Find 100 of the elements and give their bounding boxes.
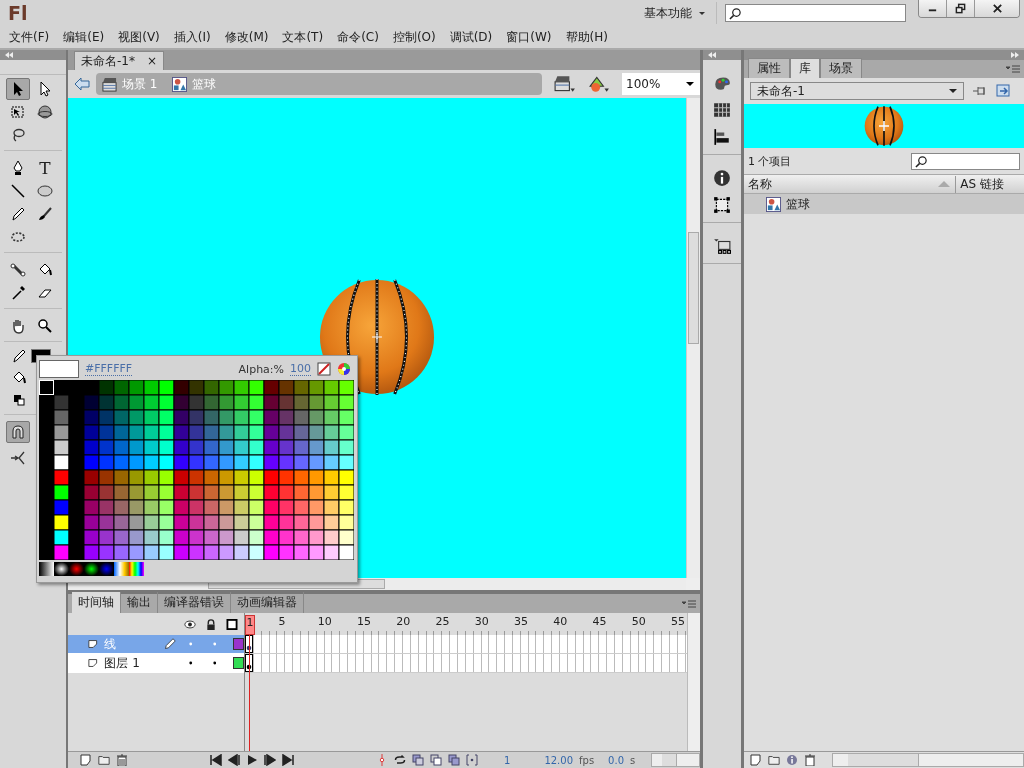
menu-item[interactable]: 视图(V)	[111, 28, 167, 46]
collapse-icon[interactable]	[4, 52, 14, 58]
color-wheel-icon[interactable]	[337, 362, 351, 376]
current-frame[interactable]: 1	[504, 754, 511, 766]
folder-icon[interactable]	[98, 754, 110, 766]
eye-icon[interactable]	[184, 618, 196, 630]
restore-button[interactable]	[947, 0, 975, 17]
menu-item[interactable]: 帮助(H)	[558, 28, 615, 46]
tab-close-button[interactable]: ×	[146, 54, 158, 68]
edit-symbols-icon[interactable]	[588, 75, 610, 93]
vertical-scrollbar[interactable]	[686, 98, 700, 578]
snap-tool[interactable]	[6, 421, 30, 443]
outline-icon[interactable]	[226, 618, 238, 630]
document-tab[interactable]: 未命名-1* ×	[74, 51, 165, 70]
collapse-icon[interactable]	[707, 52, 717, 58]
fps-unit: fps	[579, 754, 595, 766]
frame-ruler[interactable]: 1 5 10 15 20 25 30 35 40 45 50 55	[245, 613, 687, 635]
expand-icon[interactable]	[1010, 52, 1020, 58]
panel-tab[interactable]: 属性	[748, 58, 790, 78]
close-icon	[991, 3, 1003, 14]
panel-tab[interactable]: 动画编辑器	[231, 592, 304, 613]
back-arrow-icon[interactable]	[74, 76, 90, 92]
pin-icon[interactable]	[972, 84, 988, 98]
library-search-field[interactable]	[911, 152, 1020, 170]
lock-icon[interactable]	[205, 618, 217, 630]
lasso-icon	[10, 127, 26, 143]
onion-outline-icon[interactable]	[430, 754, 442, 766]
visibility-dot-icon[interactable]	[189, 661, 193, 665]
arrow-tool[interactable]	[6, 78, 30, 100]
menu-item[interactable]: 调试(D)	[442, 28, 500, 46]
help-search-field[interactable]	[725, 4, 906, 22]
outline-color-swatch[interactable]	[233, 657, 244, 669]
new-symbol-icon[interactable]	[750, 754, 762, 766]
frame-number: 40	[553, 615, 568, 628]
motion-presets-icon[interactable]	[713, 237, 731, 255]
step-back-icon[interactable]	[228, 754, 240, 766]
new-library-icon[interactable]	[996, 84, 1012, 98]
panel-tab[interactable]: 输出	[121, 592, 158, 613]
lock-dot-icon[interactable]	[212, 642, 217, 646]
horizontal-scrollbar[interactable]	[651, 753, 700, 767]
edit-frames-icon[interactable]	[448, 754, 460, 766]
horizontal-scrollbar[interactable]	[832, 753, 1024, 767]
lock-dot-icon[interactable]	[212, 661, 217, 665]
workspace-dropdown[interactable]: 基本功能	[634, 2, 717, 24]
folder-icon[interactable]	[768, 754, 780, 766]
close-button[interactable]	[975, 0, 1019, 17]
frame-rate[interactable]: 12.00	[544, 754, 573, 766]
menu-item[interactable]: 控制(O)	[385, 28, 443, 46]
swatches-icon[interactable]	[713, 101, 731, 119]
no-color-icon[interactable]	[317, 362, 331, 376]
trash-icon[interactable]	[804, 754, 816, 766]
panel-tab[interactable]: 编译器错误	[158, 592, 231, 613]
alpha-field[interactable]: 100	[290, 362, 311, 376]
sphere-icon	[37, 104, 53, 120]
menu-item[interactable]: 窗口(W)	[499, 28, 559, 46]
zoom-icon	[37, 318, 53, 334]
library-dropdown[interactable]: 未命名-1	[750, 82, 964, 100]
menu-item[interactable]: 命令(C)	[330, 28, 386, 46]
outline-color-swatch[interactable]	[233, 638, 244, 650]
playhead[interactable]: 1	[245, 615, 255, 635]
library-item[interactable]: 篮球	[744, 194, 1024, 214]
onion-markers-icon[interactable]	[466, 754, 478, 766]
menu-item[interactable]: 文本(T)	[275, 28, 331, 46]
panel-menu-icon[interactable]	[1006, 65, 1020, 73]
align-icon[interactable]	[713, 128, 731, 146]
transform-panel-icon[interactable]	[713, 196, 731, 214]
palette-icon[interactable]	[713, 74, 731, 92]
keyframe-icon[interactable]	[245, 654, 253, 672]
zoom-dropdown[interactable]: 100%	[622, 73, 700, 95]
last-frame-icon[interactable]	[282, 754, 294, 766]
color-preview-swatch	[39, 360, 79, 378]
swap-colors-icon[interactable]	[11, 392, 27, 408]
symbol-icon	[172, 76, 188, 92]
edit-scene-icon[interactable]	[554, 75, 576, 93]
gradient-swatches-drawing[interactable]	[39, 562, 144, 576]
layer-row[interactable]: 图层 1	[68, 654, 244, 673]
play-icon[interactable]	[246, 754, 258, 766]
visibility-dot-icon[interactable]	[189, 642, 193, 646]
loop-icon[interactable]	[394, 754, 406, 766]
swatch-palette-drawing[interactable]	[39, 380, 354, 560]
menu-item[interactable]: 文件(F)	[2, 28, 57, 46]
column-header[interactable]: AS 链接	[955, 175, 1024, 193]
trash-icon[interactable]	[116, 754, 128, 766]
text-tool[interactable]: T	[33, 157, 57, 179]
column-header[interactable]: 名称	[748, 175, 938, 193]
first-frame-icon[interactable]	[210, 754, 222, 766]
panel-tab[interactable]: 库	[790, 58, 820, 78]
menu-item[interactable]: 插入(I)	[166, 28, 218, 46]
panel-menu-icon[interactable]	[682, 599, 696, 608]
step-forward-icon[interactable]	[264, 754, 276, 766]
vertical-scrollbar[interactable]	[687, 613, 700, 751]
new-layer-icon[interactable]	[80, 754, 92, 766]
panel-tab[interactable]: 时间轴	[72, 592, 121, 613]
minimize-button[interactable]	[919, 0, 947, 17]
panel-tab[interactable]: 场景	[820, 58, 862, 78]
menu-item[interactable]: 编辑(E)	[56, 28, 112, 46]
info-icon[interactable]	[713, 169, 731, 187]
keyframe-icon[interactable]	[245, 635, 253, 653]
menu-item[interactable]: 修改(M)	[217, 28, 276, 46]
onion-skin-icon[interactable]	[412, 754, 424, 766]
